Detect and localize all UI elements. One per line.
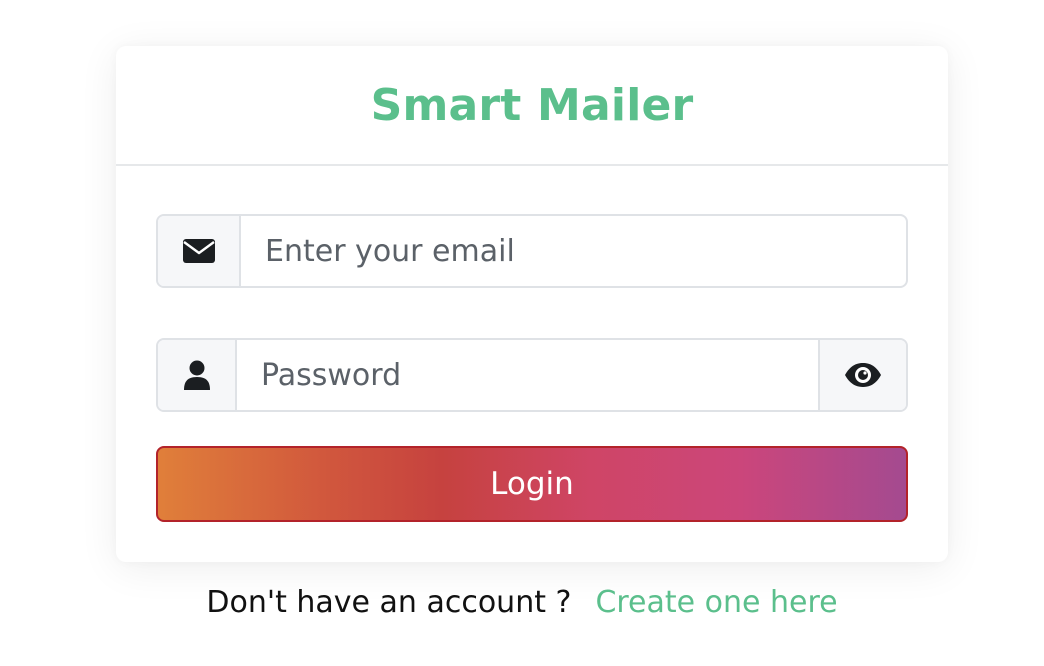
card-header: Smart Mailer xyxy=(116,46,948,166)
password-addon xyxy=(158,340,237,410)
signup-footer: Don't have an account ? Create one here xyxy=(0,578,1044,628)
signup-prompt: Don't have an account ? xyxy=(206,585,572,620)
email-addon xyxy=(158,216,241,286)
user-icon xyxy=(183,359,211,391)
email-field-group xyxy=(156,214,908,288)
create-account-link[interactable]: Create one here xyxy=(595,578,837,628)
password-input[interactable] xyxy=(237,340,818,410)
eye-icon xyxy=(844,362,882,388)
app-title: Smart Mailer xyxy=(370,79,694,131)
envelope-icon xyxy=(182,238,216,264)
password-field-group xyxy=(156,338,908,412)
login-card: Smart Mailer Enter your email Login xyxy=(116,46,948,562)
login-button[interactable]: Login xyxy=(156,446,908,522)
toggle-password-button[interactable] xyxy=(818,340,906,410)
email-input[interactable] xyxy=(241,216,906,286)
